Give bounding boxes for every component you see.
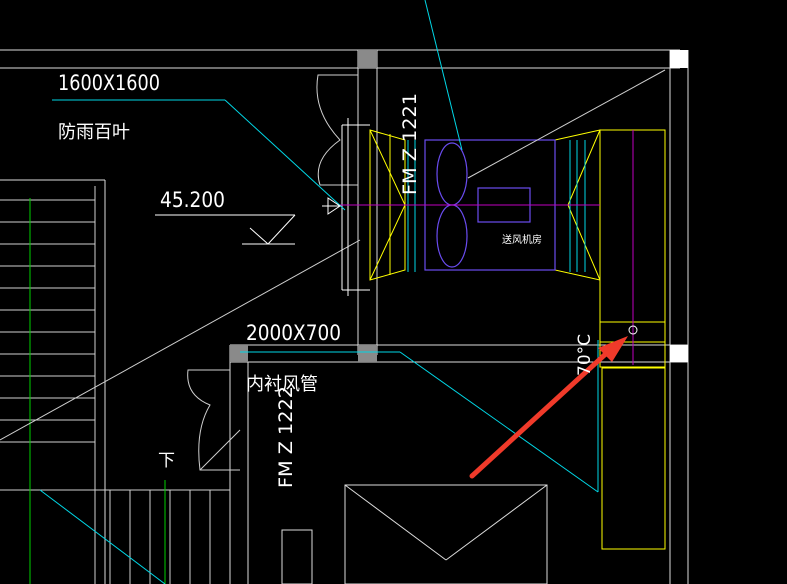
stair-down-label: 下 — [158, 451, 175, 471]
column-top-right — [670, 50, 688, 68]
column-mid-center — [358, 345, 377, 362]
fire-damper-1-label: FM Z 1221 — [399, 93, 421, 195]
dimension-duct-label: 2000X700 — [246, 321, 341, 345]
red-annotation-arrow — [469, 336, 628, 479]
dimension-louver-label: 1600X1600 — [58, 71, 160, 95]
door-swings — [187, 74, 358, 471]
fire-damper-2-label: FM Z 1222 — [275, 386, 297, 488]
fan-upper-icon — [436, 142, 468, 206]
ahu-diagonal-white — [467, 69, 666, 179]
louver-wall-vent — [341, 118, 370, 296]
column-top-mid — [358, 50, 377, 68]
column-mid-right — [670, 345, 688, 362]
lower-shaft — [281, 484, 548, 584]
damper-temp-label: 70°C — [575, 334, 595, 376]
staircase — [0, 186, 230, 584]
fan-lower-icon — [436, 204, 468, 268]
elevation-label: 45.200 — [160, 188, 225, 212]
cad-drawing-canvas: 1600X1600 防雨百叶 45.200 FM Z 1221 送风机房 200… — [0, 0, 689, 584]
stair-diagonal-cut — [39, 489, 166, 584]
wall-columns — [230, 50, 688, 362]
room-name-label: 送风机房 — [502, 233, 542, 246]
louver-name-label: 防雨百叶 — [58, 122, 130, 143]
column-mid-left — [230, 345, 248, 362]
ahu-cyan-frames — [407, 140, 586, 272]
